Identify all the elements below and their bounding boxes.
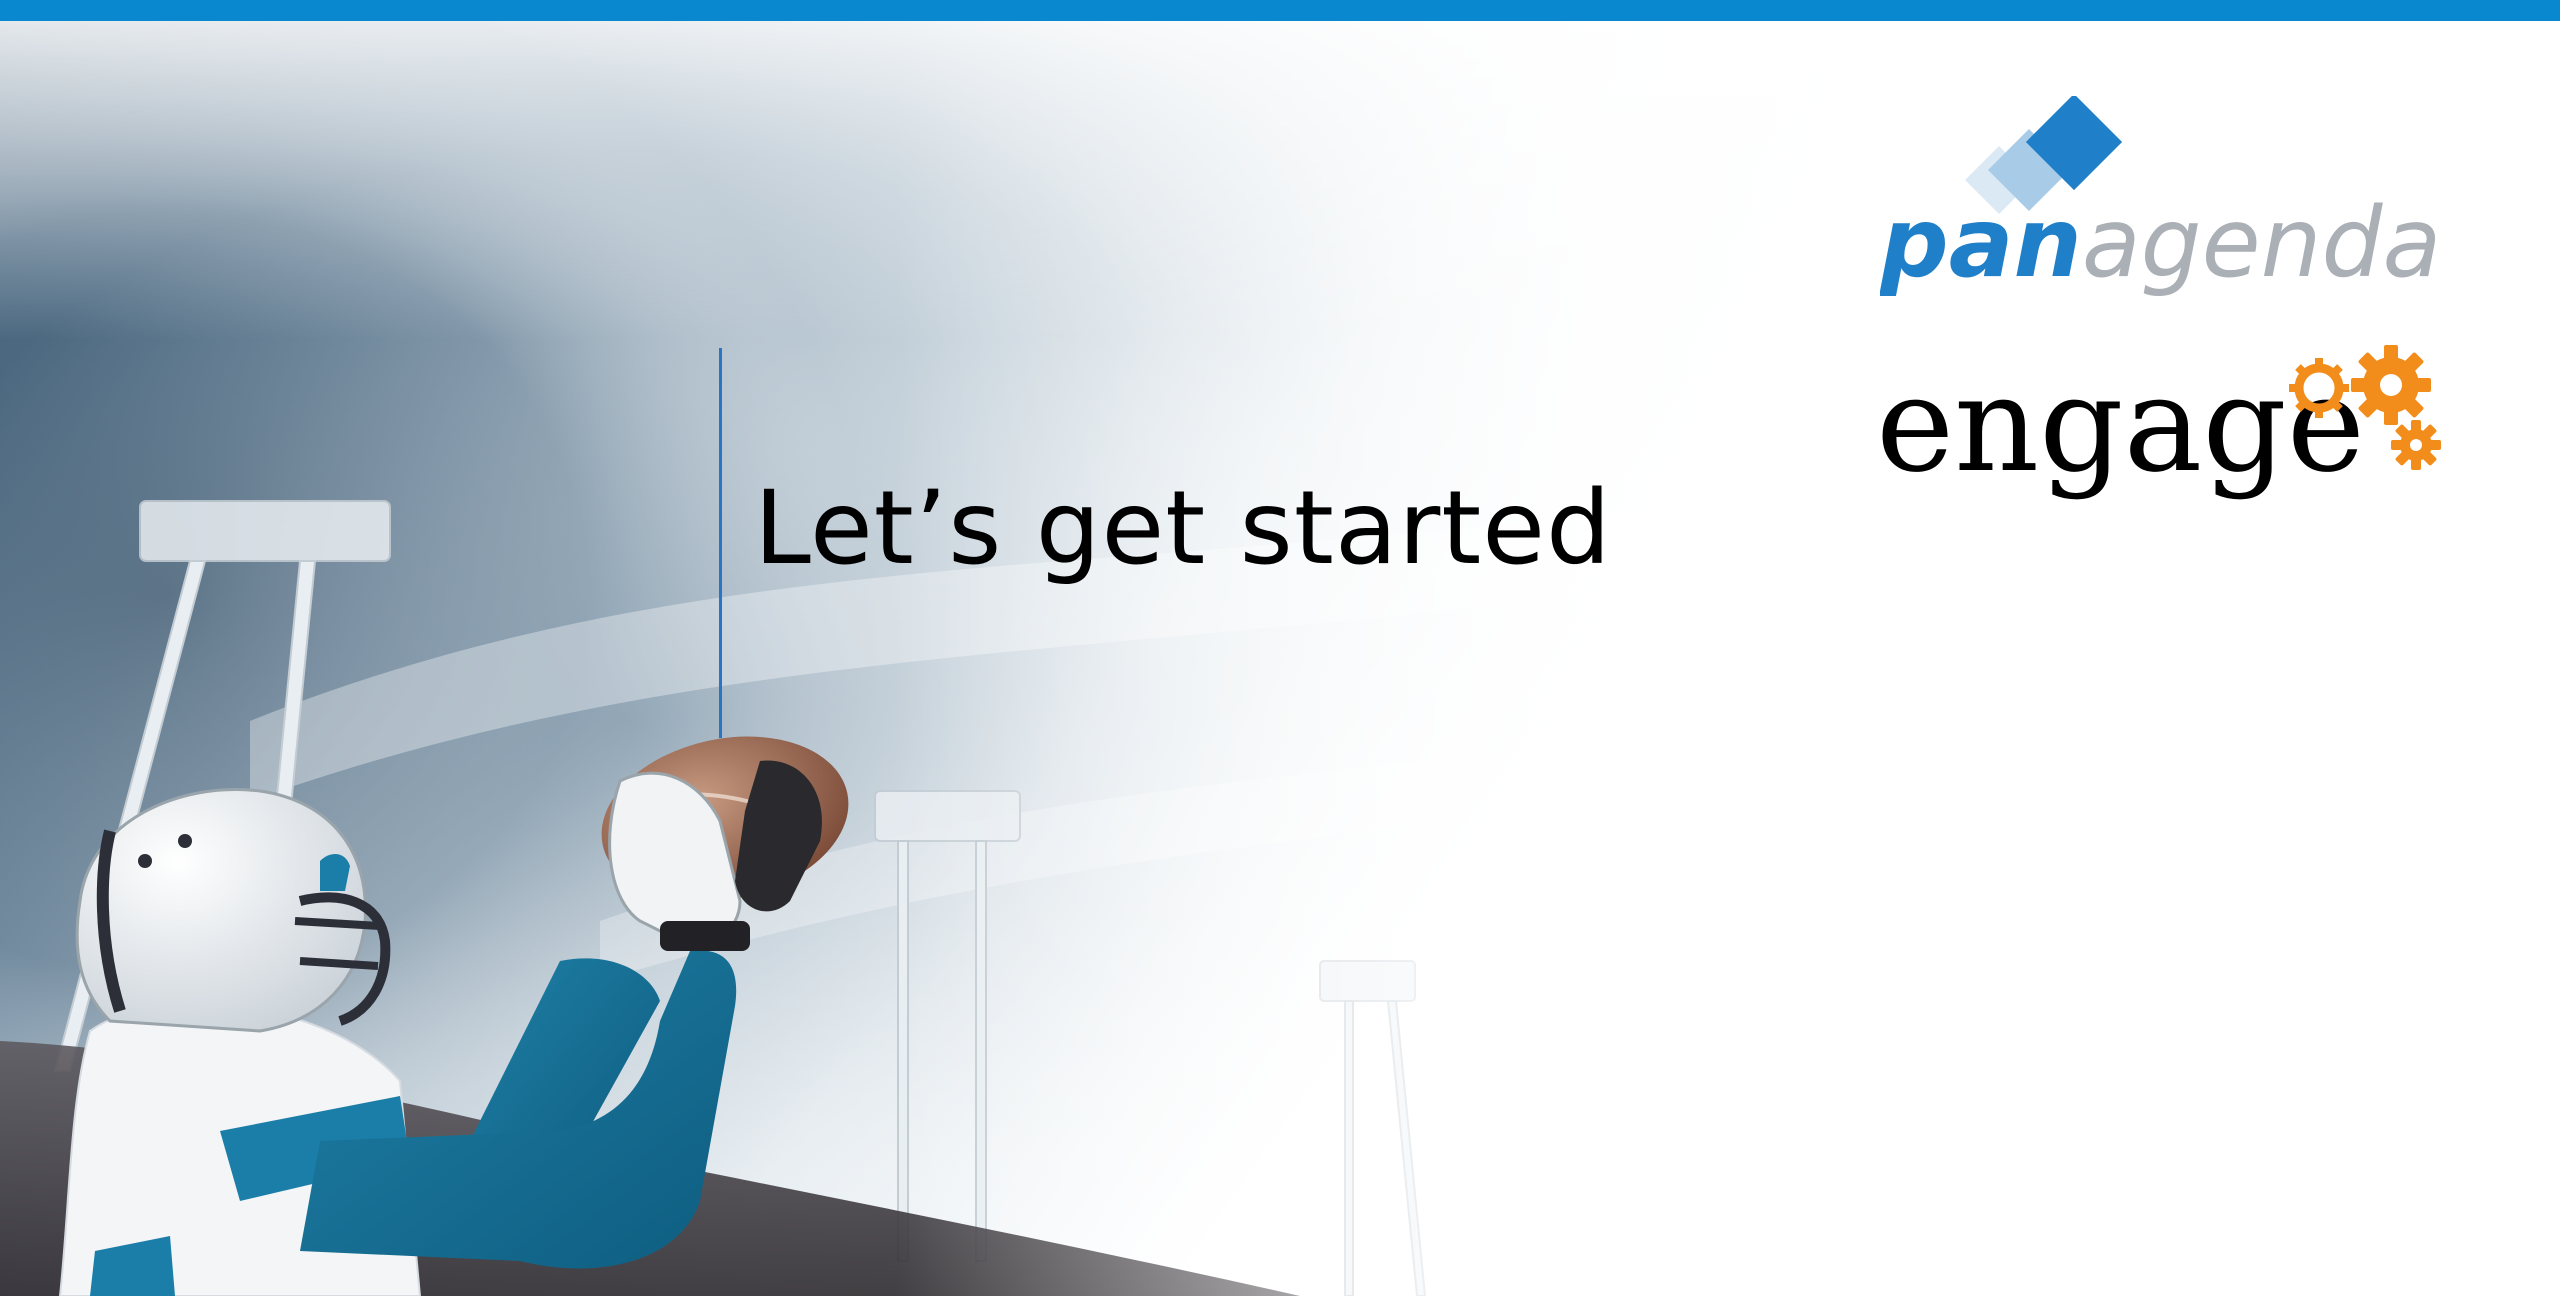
panagenda-logo-bold: pan — [1880, 187, 2082, 296]
slide: Let’s get started panagenda engage — [0, 0, 2560, 1296]
top-accent-bar — [0, 0, 2560, 21]
gear-large-icon — [2351, 345, 2431, 425]
engage-logo-text: engage — [1876, 348, 2365, 502]
panagenda-logo: panagenda — [1879, 93, 2441, 299]
panagenda-logo-light: agenda — [2082, 187, 2440, 296]
title-divider-line — [719, 348, 722, 738]
slide-title: Let’s get started — [754, 469, 1612, 588]
gear-small-icon — [2391, 420, 2441, 470]
svg-text:panagenda: panagenda — [1880, 187, 2440, 296]
engage-logo: engage — [1876, 340, 2456, 560]
